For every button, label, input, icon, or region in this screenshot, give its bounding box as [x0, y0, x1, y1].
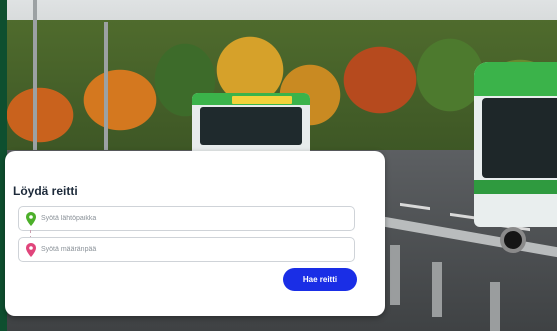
bus-windshield — [482, 98, 557, 178]
bus-roof — [474, 62, 557, 96]
lamp-post — [104, 22, 108, 152]
bus-wheel — [500, 227, 526, 253]
destination-input[interactable] — [41, 238, 341, 261]
bus-stripe — [474, 180, 557, 194]
bus-destination-sign — [232, 96, 292, 104]
bus-distant — [192, 93, 310, 153]
map-pin-icon — [26, 243, 36, 257]
card-title: Löydä reitti — [13, 184, 78, 198]
rail-post — [490, 282, 500, 331]
lamp-post — [33, 0, 37, 160]
origin-field[interactable] — [18, 206, 355, 231]
rail-post — [432, 262, 442, 317]
bus-near — [474, 62, 557, 253]
bus-windshield — [200, 107, 302, 145]
route-search-card: Löydä reitti Hae reitti — [5, 151, 385, 316]
search-route-button[interactable]: Hae reitti — [283, 268, 357, 291]
map-pin-icon — [26, 212, 36, 226]
destination-field[interactable] — [18, 237, 355, 262]
rail-post — [390, 245, 400, 305]
origin-input[interactable] — [41, 207, 341, 230]
